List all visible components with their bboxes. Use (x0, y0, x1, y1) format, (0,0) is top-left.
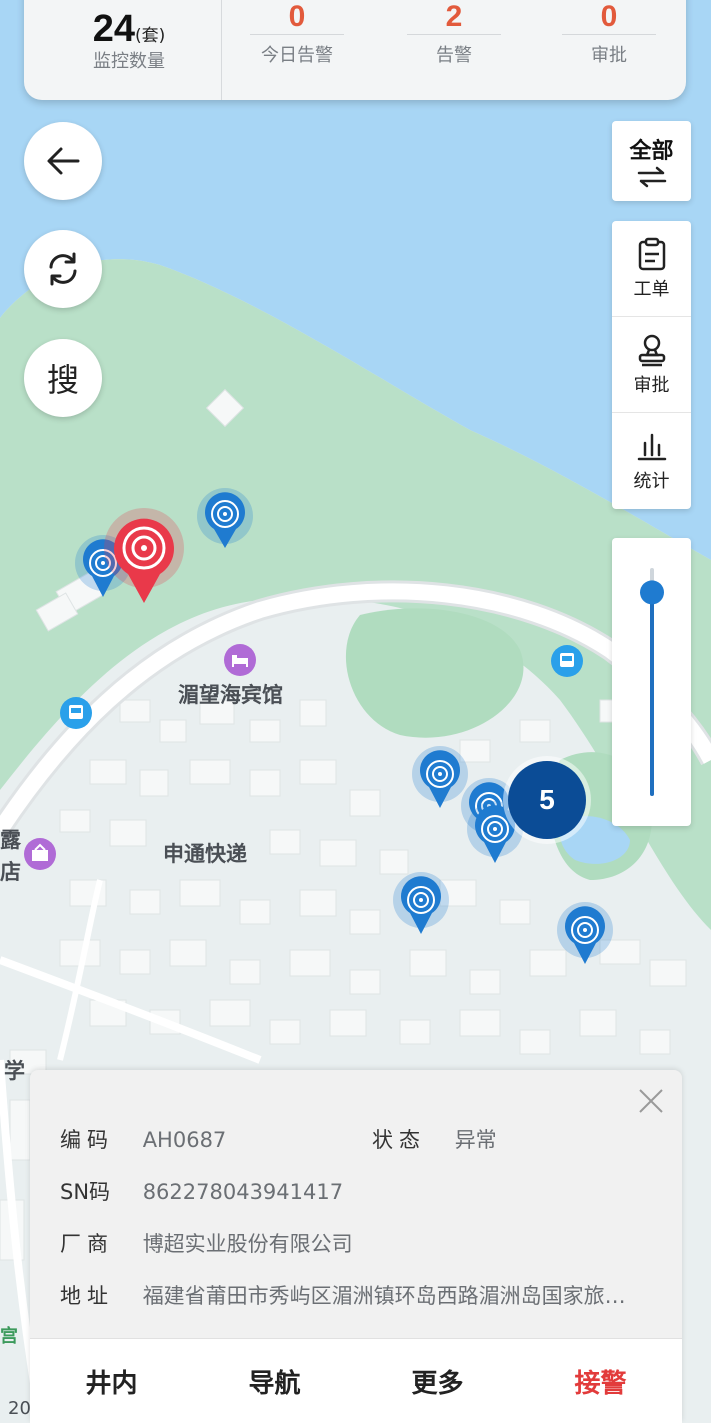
tool-work-order[interactable]: 工单 (612, 221, 691, 317)
cluster-marker[interactable]: 5 (508, 761, 586, 839)
accept-alert-button[interactable]: 接警 (519, 1339, 682, 1423)
monitor-label: 监控数量 (93, 51, 165, 72)
search-button[interactable]: 搜 (24, 339, 102, 417)
search-label: 搜 (46, 361, 79, 399)
monitor-count-stat[interactable]: 24(套) 监控数量 (54, 8, 204, 73)
hotel-label: 湄望海宾馆 (178, 683, 283, 707)
approval-stat[interactable]: 0 审批 (554, 2, 664, 67)
code-label: 编码 (60, 1128, 114, 1152)
shop-poi-icon (24, 838, 56, 870)
code-value: AH0687 (142, 1128, 227, 1152)
arrow-left-icon (47, 147, 80, 175)
action-bar: 井内 导航 更多 接警 (30, 1338, 682, 1423)
alert-stat[interactable]: 2 告警 (399, 2, 509, 67)
status-row: 状态 异常 (372, 1124, 497, 1154)
navigate-button[interactable]: 导航 (193, 1339, 356, 1423)
status-value: 异常 (454, 1128, 497, 1152)
today-alert-label: 今日告警 (261, 45, 333, 66)
tool-panel: 工单 审批 统计 (612, 221, 691, 509)
express-label: 申通快递 (163, 842, 247, 866)
alert-pin-icon[interactable] (100, 508, 188, 604)
tool-work-order-label: 工单 (633, 278, 670, 300)
zoom-slider-thumb[interactable] (640, 580, 664, 605)
device-pin-icon[interactable] (196, 487, 254, 553)
hotel-poi-icon (224, 644, 256, 676)
filter-label: 全部 (629, 139, 674, 164)
device-pin-icon[interactable] (392, 871, 450, 937)
zoom-slider-track[interactable] (612, 538, 691, 826)
zoom-slider[interactable] (612, 538, 691, 826)
vendor-row: 厂商 博超实业股份有限公司 (60, 1228, 353, 1258)
address-row: 地址 福建省莆田市秀屿区湄洲镇环岛西路湄洲岛国家旅… (60, 1280, 626, 1310)
header-divider (221, 0, 222, 100)
bar-chart-icon (637, 433, 666, 460)
tool-approval-label: 审批 (633, 374, 670, 396)
refresh-button[interactable] (24, 230, 102, 308)
sn-value: 862278043941417 (142, 1180, 344, 1204)
status-label: 状态 (372, 1128, 426, 1152)
tool-statistics-label: 统计 (633, 470, 670, 492)
sn-label: SN码 (60, 1180, 111, 1204)
edge-label-scale: 20 (8, 1398, 31, 1419)
swap-icon (637, 166, 666, 188)
edge-label-bottom: 宫 (0, 1326, 18, 1347)
tool-statistics[interactable]: 统计 (612, 413, 691, 508)
back-button[interactable] (24, 122, 102, 200)
alert-count: 2 (445, 0, 463, 33)
approval-count: 0 (600, 0, 618, 33)
bus-stop-icon (551, 645, 583, 677)
device-pin-icon[interactable] (556, 901, 614, 967)
stats-header: 24(套) 监控数量 0 今日告警 2 告警 0 审批 (24, 0, 686, 100)
vendor-value: 博超实业股份有限公司 (142, 1232, 353, 1256)
stamp-icon (638, 334, 665, 366)
sn-row: SN码 862278043941417 (60, 1176, 343, 1206)
close-icon[interactable] (636, 1086, 666, 1116)
monitor-count: 24 (92, 8, 135, 50)
tool-approval[interactable]: 审批 (612, 317, 691, 413)
approval-label: 审批 (591, 45, 627, 66)
address-label: 地址 (60, 1284, 114, 1308)
edge-label-top: 露 (0, 828, 21, 852)
monitor-unit: (套) (135, 26, 166, 46)
address-value: 福建省莆田市秀屿区湄洲镇环岛西路湄洲岛国家旅… (142, 1284, 626, 1308)
today-alert-stat[interactable]: 0 今日告警 (242, 2, 352, 67)
alert-label: 告警 (436, 45, 472, 66)
filter-toggle-button[interactable]: 全部 (612, 121, 691, 201)
code-row: 编码 AH0687 (60, 1124, 226, 1154)
more-button[interactable]: 更多 (356, 1339, 519, 1423)
inside-well-button[interactable]: 井内 (30, 1339, 193, 1423)
edge-label-mid: 店 (0, 860, 21, 884)
refresh-icon (49, 252, 77, 286)
device-info-card: 编码 AH0687 状态 异常 SN码 862278043941417 厂商 博… (30, 1070, 682, 1423)
edge-label-school: 学 (4, 1059, 25, 1083)
today-alert-count: 0 (288, 0, 306, 33)
vendor-label: 厂商 (60, 1232, 114, 1256)
clipboard-icon (638, 237, 665, 270)
bus-stop-icon (60, 697, 92, 729)
